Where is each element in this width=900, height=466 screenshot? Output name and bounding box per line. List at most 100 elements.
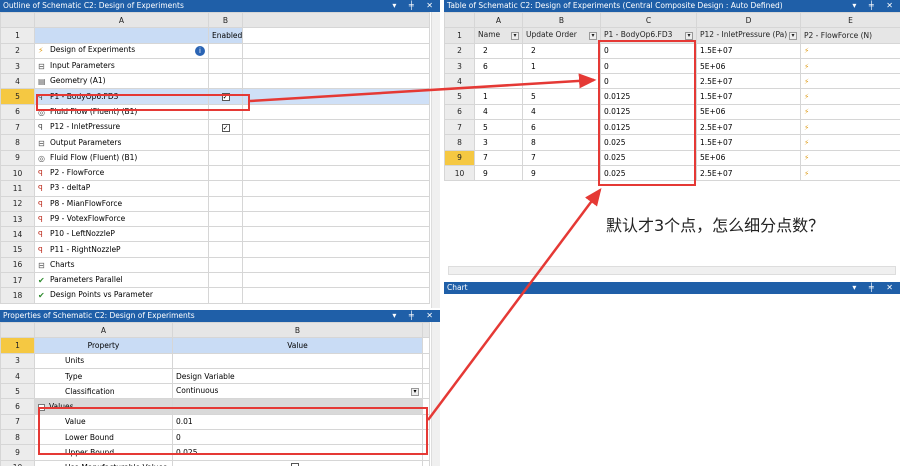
table-col-letter[interactable]: B [522,11,601,29]
cell-p1[interactable]: 0.0125 [600,103,697,121]
outline-row[interactable]: 3 ⊟ Input Parameters [0,57,430,75]
outline-cell[interactable]: ▤ Geometry (A1) [34,73,209,90]
outline-row[interactable]: 17 ✔ Parameters Parallel [0,272,430,289]
properties-col-b[interactable]: B [172,321,423,339]
outline-cell[interactable]: ◎ Fluid Flow (Fluent) (B1) [34,149,209,166]
cell-name[interactable]: 9 [474,164,523,182]
property-row[interactable]: 9 Upper Bound 0.025 [0,444,430,461]
outline-row[interactable]: 4 ▤ Geometry (A1) [0,73,430,90]
cell-name[interactable]: 5 [474,119,523,136]
filter-dropdown-icon[interactable]: ▾ [511,32,519,41]
table-row[interactable]: 8 3 8 0.025 1.5E+07 ⚡ [444,134,900,151]
cell-p1[interactable]: 0.0125 [600,88,697,105]
outline-scrollbar[interactable] [431,12,440,308]
outline-row[interactable]: 15 ꟼ P11 - RightNozzleP [0,241,430,258]
property-row[interactable]: 7 Value 0.01 [0,413,430,431]
properties-scrollbar[interactable] [431,322,440,466]
cell-p12[interactable]: 1.5E+07 [696,42,801,59]
outline-cell[interactable]: ꟼ P10 - LeftNozzleP [34,226,209,243]
cell-order[interactable]: 2 [522,42,601,59]
cell-p1[interactable]: 0 [600,42,697,59]
outline-row[interactable]: 1 Enabled [0,27,430,44]
outline-row[interactable]: 13 ꟼ P9 - VotexFlowForce [0,210,430,228]
cell-p12[interactable]: 5E+06 [696,149,801,166]
table-header-cell[interactable]: P1 - BodyOp6.FD3 ▾ [600,27,697,44]
table-header-cell[interactable]: Name ▾ [474,27,523,44]
cell-p1[interactable]: 0 [600,57,697,75]
cell-p12[interactable]: 2.5E+07 [696,73,801,90]
cell-p1[interactable]: 0 [600,73,697,90]
outline-cell[interactable]: ꟼ P3 - deltaP [34,180,209,197]
outline-window-controls[interactable]: ▾ ╪ ✕ [392,0,438,12]
property-row[interactable]: 5 Classification Continuous ▾ [0,383,430,400]
enabled-checkbox[interactable]: ✓ [221,123,230,132]
table-row[interactable]: 4 0 2.5E+07 ⚡ [444,73,900,90]
outline-cell[interactable]: ꟼ P1 - BodyOp6.FD3 [34,88,209,105]
property-row[interactable]: 1 Property Value [0,337,430,354]
cell-p12[interactable]: 2.5E+07 [696,164,801,182]
outline-cell[interactable]: ⊟ Charts [34,256,209,274]
table-window-controls[interactable]: ▾ ╪ ✕ [852,0,898,12]
cell-name[interactable]: 7 [474,149,523,166]
outline-cell[interactable]: ꟼ P8 - MianFlowForce [34,195,209,212]
cell-order[interactable]: 1 [522,57,601,75]
properties-window-controls[interactable]: ▾ ╪ ✕ [392,310,438,322]
outline-cell[interactable]: ꟼ P2 - FlowForce [34,164,209,182]
outline-cell[interactable]: ꟼ P11 - RightNozzleP [34,241,209,258]
cell-p12[interactable]: 2.5E+07 [696,119,801,136]
property-value[interactable] [172,398,423,415]
cell-order[interactable] [522,73,601,90]
outline-col-a[interactable]: A [34,11,209,29]
cell-p12[interactable]: 1.5E+07 [696,88,801,105]
table-row[interactable]: 7 5 6 0.0125 2.5E+07 ⚡ [444,119,900,136]
cell-order[interactable]: 9 [522,164,601,182]
chart-window-controls[interactable]: ▾ ╪ ✕ [852,282,898,294]
property-row[interactable]: 3 Units [0,352,430,369]
outline-cell[interactable]: ✔ Design Points vs Parameter [34,287,209,304]
property-value[interactable]: 0.01 [172,413,423,431]
outline-cell[interactable]: ⊟ Input Parameters [34,57,209,75]
property-row[interactable]: 10Use Manufacturable Values [0,459,430,466]
table-row[interactable]: 3 6 1 0 5E+06 ⚡ [444,57,900,75]
outline-row[interactable]: 16 ⊟ Charts [0,256,430,274]
outline-row[interactable]: 11 ꟼ P3 - deltaP [0,180,430,197]
table-col-letter[interactable]: A [474,11,523,29]
table-col-letter[interactable]: C [600,11,697,29]
outline-row[interactable]: 2 ⚡ Design of Experiments i [0,42,430,59]
table-col-letter[interactable]: E [800,11,900,29]
table-row[interactable]: 10 9 9 0.025 2.5E+07 ⚡ [444,164,900,182]
cell-p1[interactable]: 0.025 [600,164,697,182]
cell-p1[interactable]: 0.025 [600,134,697,151]
table-header-cell[interactable]: P12 - InletPressure (Pa) ▾ [696,27,801,44]
table-header-cell[interactable]: Update Order ▾ [522,27,601,44]
outline-cell[interactable]: ⊟ Output Parameters [34,134,209,151]
table-hscrollbar[interactable] [448,266,896,275]
outline-row[interactable]: 10 ꟼ P2 - FlowForce [0,164,430,182]
cell-order[interactable]: 8 [522,134,601,151]
cell-order[interactable]: 5 [522,88,601,105]
cell-order[interactable]: 6 [522,119,601,136]
property-value[interactable] [172,352,423,369]
property-value[interactable]: Value [172,337,423,354]
info-icon[interactable]: i [195,46,205,57]
outline-row[interactable]: 7 ꟼ P12 - InletPressure ✓ [0,119,430,136]
properties-col-a[interactable]: A [34,321,173,339]
table-row[interactable]: 6 4 4 0.0125 5E+06 ⚡ [444,103,900,121]
property-value[interactable]: Design Variable [172,367,423,385]
outline-row[interactable]: 14 ꟼ P10 - LeftNozzleP [0,226,430,243]
cell-name[interactable]: 3 [474,134,523,151]
cell-p12[interactable]: 5E+06 [696,103,801,121]
cell-name[interactable]: 1 [474,88,523,105]
outline-row[interactable]: 5 ꟼ P1 - BodyOp6.FD3 ✓ [0,88,430,105]
outline-row[interactable]: 6 ◎ Fluid Flow (Fluent) (B1) [0,103,430,121]
table-row[interactable]: 9 7 7 0.025 5E+06 ⚡ [444,149,900,166]
cell-p1[interactable]: 0.0125 [600,119,697,136]
collapse-icon[interactable]: − [38,404,45,412]
filter-dropdown-icon[interactable]: ▾ [789,32,797,41]
table-header-cell[interactable]: P2 - FlowForce (N) [800,27,900,44]
outline-col-b[interactable]: B [208,11,243,29]
cell-order[interactable]: 4 [522,103,601,121]
outline-cell[interactable]: ꟼ P9 - VotexFlowForce [34,210,209,228]
outline-cell[interactable]: ✔ Parameters Parallel [34,272,209,289]
filter-dropdown-icon[interactable]: ▾ [589,32,597,41]
